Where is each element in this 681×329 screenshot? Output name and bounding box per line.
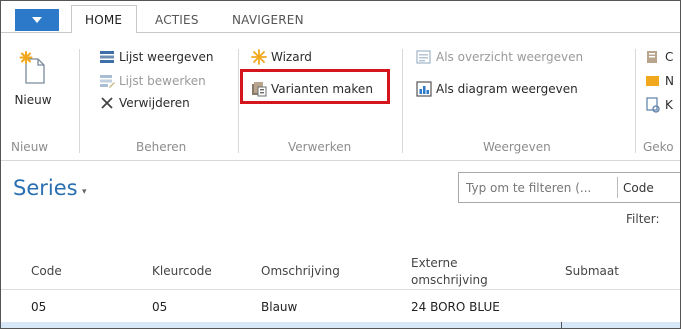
highlight-box bbox=[240, 69, 390, 104]
linked-c-button[interactable]: C bbox=[645, 49, 673, 65]
group-divider bbox=[79, 49, 80, 153]
wizard-button[interactable]: Wizard bbox=[251, 49, 312, 65]
grid-header-divider bbox=[1, 289, 680, 290]
show-as-overview-button[interactable]: Als overzicht weergeven bbox=[416, 49, 583, 65]
show-as-chart-button[interactable]: Als diagram weergeven bbox=[416, 81, 578, 97]
column-header-externe-omschrijving[interactable]: Externe omschrijving bbox=[411, 255, 511, 289]
tab-navigeren[interactable]: NAVIGEREN bbox=[232, 13, 304, 27]
cell-code: 05 bbox=[31, 300, 47, 314]
cell-kleurcode: 05 bbox=[152, 300, 168, 314]
group-label-verwerken: Verwerken bbox=[288, 140, 352, 154]
window-frame: HOME ACTIES NAVIGEREN Nieuw Nieuw Lijst … bbox=[0, 0, 681, 329]
application-menu-button[interactable] bbox=[15, 9, 59, 31]
new-document-icon bbox=[18, 51, 48, 85]
group-label-beheren: Beheren bbox=[136, 140, 187, 154]
title-chevron-down-icon[interactable]: ▾ bbox=[82, 187, 87, 197]
group-divider bbox=[238, 49, 239, 153]
filter-label: Filter: bbox=[626, 212, 660, 226]
filter-divider bbox=[617, 177, 618, 198]
linked-icon bbox=[645, 49, 661, 65]
tab-acties[interactable]: ACTIES bbox=[155, 13, 199, 27]
filter-field-selector[interactable]: Code bbox=[623, 181, 654, 195]
delete-label: Verwijderen bbox=[119, 96, 190, 110]
list-view-icon bbox=[99, 49, 115, 65]
chevron-down-icon bbox=[32, 17, 42, 23]
column-header-omschrijving[interactable]: Omschrijving bbox=[261, 263, 340, 280]
list-edit-button[interactable]: Lijst bewerken bbox=[99, 73, 206, 89]
overview-icon bbox=[416, 49, 432, 65]
wizard-star-icon bbox=[251, 49, 267, 65]
linked-n-label: N bbox=[665, 74, 674, 88]
page-title[interactable]: Series bbox=[13, 176, 78, 200]
list-edit-label: Lijst bewerken bbox=[119, 74, 206, 88]
cell-omschrijving: Blauw bbox=[261, 300, 298, 314]
link-icon bbox=[645, 97, 661, 113]
group-label-nieuw: Nieuw bbox=[11, 140, 49, 154]
linked-k-label: K bbox=[665, 98, 673, 112]
filter-box: Code bbox=[458, 172, 680, 203]
new-button-label: Nieuw bbox=[14, 93, 52, 107]
delete-x-icon bbox=[99, 95, 115, 111]
delete-button[interactable]: Verwijderen bbox=[99, 95, 190, 111]
show-as-overview-label: Als overzicht weergeven bbox=[436, 50, 584, 64]
new-button[interactable]: Nieuw bbox=[11, 49, 55, 111]
list-view-button[interactable]: Lijst weergeven bbox=[99, 49, 214, 65]
text-cursor bbox=[561, 322, 562, 328]
group-label-weergeven: Weergeven bbox=[483, 140, 551, 154]
linked-n-button[interactable]: N bbox=[645, 73, 674, 89]
ribbon-tab-bar: HOME ACTIES NAVIGEREN bbox=[1, 1, 680, 34]
chart-icon bbox=[416, 81, 432, 97]
column-header-submaat[interactable]: Submaat bbox=[565, 263, 619, 280]
cell-externe-omschrijving: 24 BORO BLUE bbox=[411, 300, 500, 314]
group-divider bbox=[635, 49, 636, 153]
list-edit-icon bbox=[99, 73, 115, 89]
table-row-selected[interactable] bbox=[1, 322, 680, 328]
group-divider bbox=[402, 49, 403, 153]
filter-input[interactable] bbox=[459, 173, 616, 202]
list-view-label: Lijst weergeven bbox=[119, 50, 214, 64]
note-icon bbox=[645, 73, 661, 89]
wizard-label: Wizard bbox=[271, 50, 312, 64]
column-header-kleurcode[interactable]: Kleurcode bbox=[152, 263, 212, 280]
linked-c-label: C bbox=[665, 50, 674, 64]
column-header-code[interactable]: Code bbox=[31, 263, 62, 280]
tab-home[interactable]: HOME bbox=[85, 13, 122, 27]
linked-k-button[interactable]: K bbox=[645, 97, 673, 113]
group-label-gekoppeld: Geko bbox=[643, 140, 674, 154]
show-as-chart-label: Als diagram weergeven bbox=[436, 82, 578, 96]
